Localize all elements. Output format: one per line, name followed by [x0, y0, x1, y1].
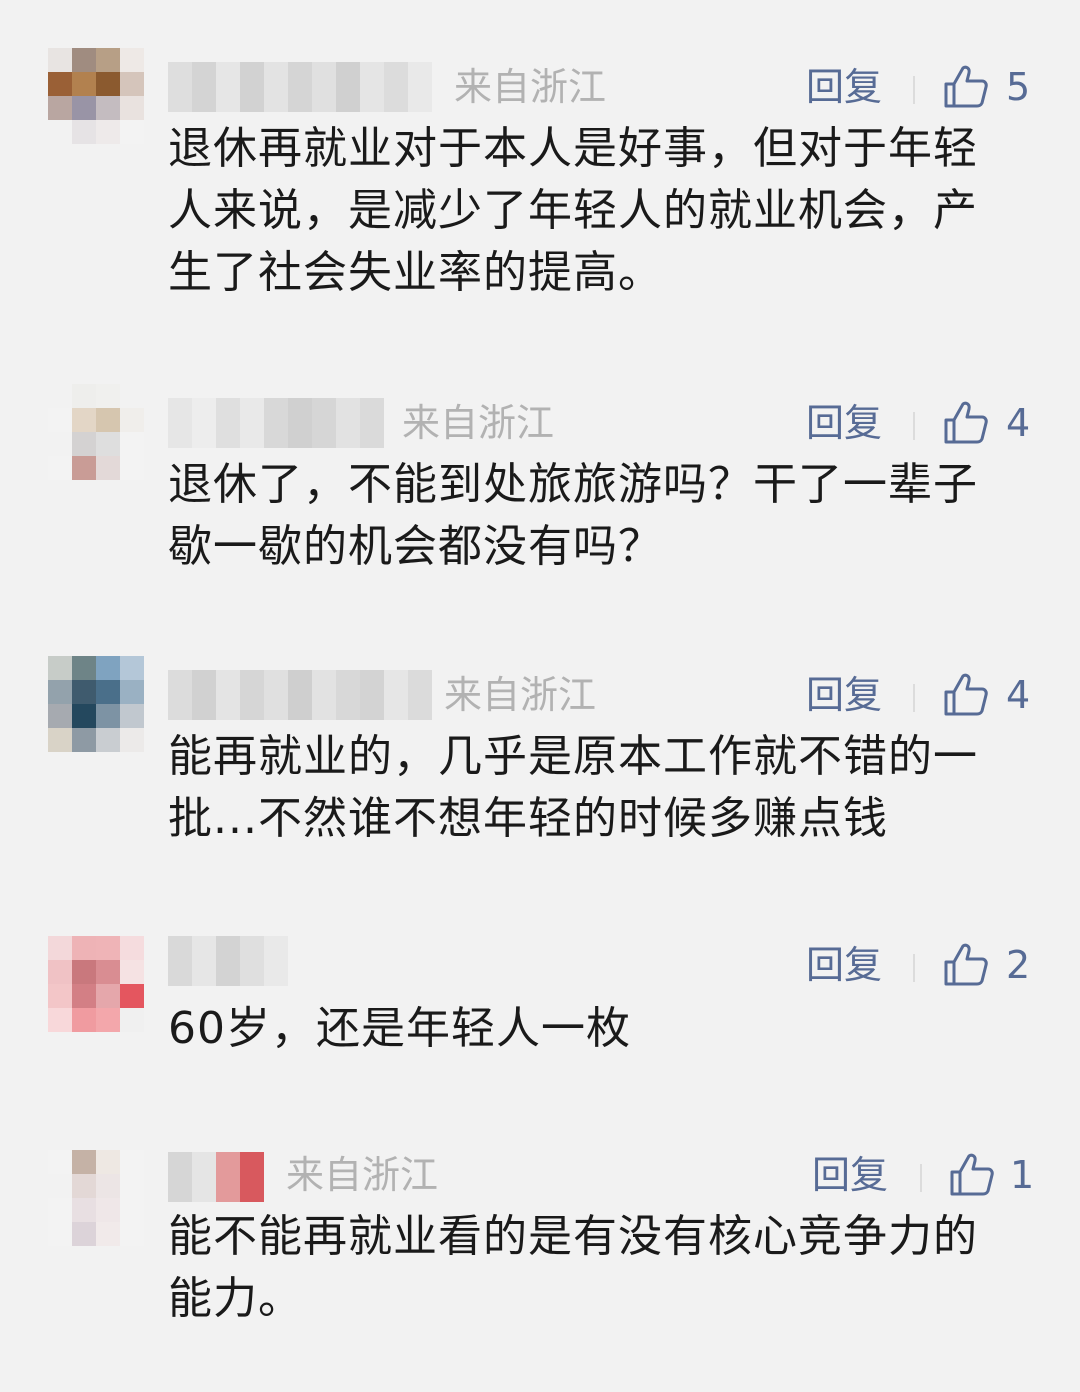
- reply-button[interactable]: 回复: [806, 670, 882, 720]
- comment-location: 来自浙江: [286, 1153, 439, 1197]
- thumbs-up-icon[interactable]: [948, 1150, 996, 1200]
- reply-button[interactable]: 回复: [806, 62, 882, 112]
- reply-button[interactable]: 回复: [806, 398, 882, 448]
- reply-button[interactable]: 回复: [806, 940, 882, 990]
- divider: [913, 954, 915, 982]
- comment-location: 来自浙江: [444, 673, 597, 717]
- like-count: 4: [1006, 673, 1031, 717]
- comment-item: 回复 2 60岁，还是年轻人一枚: [0, 936, 1080, 1066]
- like-count: 2: [1006, 943, 1031, 987]
- divider: [920, 1164, 922, 1192]
- comment-item: 来自浙江 回复 4 退休了，不能到处旅旅游吗？干了一辈子歇一歇的机会都没有吗？: [0, 384, 1080, 584]
- username-blurred[interactable]: [168, 1152, 264, 1202]
- comment-location: 来自浙江: [454, 65, 607, 109]
- comment-text: 退休再就业对于本人是好事，但对于年轻人来说，是减少了年轻人的就业机会，产生了社会…: [168, 123, 978, 298]
- comment-item: 来自浙江 回复 5 退休再就业对于本人是好事，但对于年轻人来说，是减少了年轻人的…: [0, 48, 1080, 318]
- username-blurred[interactable]: [168, 398, 384, 448]
- comment-text: 60岁，还是年轻人一枚: [168, 1003, 631, 1054]
- divider: [913, 684, 915, 712]
- like-count: 1: [1010, 1153, 1035, 1197]
- avatar[interactable]: [48, 1150, 144, 1246]
- avatar[interactable]: [48, 936, 144, 1032]
- username-blurred[interactable]: [168, 670, 432, 720]
- username-blurred[interactable]: [168, 936, 288, 986]
- comment-item: 来自浙江 回复 1 能不能再就业看的是有没有核心竞争力的能力。: [0, 1150, 1080, 1350]
- avatar[interactable]: [48, 48, 144, 144]
- username-blurred[interactable]: [168, 62, 434, 112]
- thumbs-up-icon[interactable]: [942, 670, 990, 720]
- divider: [913, 76, 915, 104]
- like-count: 5: [1006, 65, 1031, 109]
- avatar[interactable]: [48, 656, 144, 752]
- like-count: 4: [1006, 401, 1031, 445]
- divider: [913, 412, 915, 440]
- comment-text: 能不能再就业看的是有没有核心竞争力的能力。: [168, 1211, 978, 1324]
- comment-location: 来自浙江: [402, 401, 555, 445]
- comment-text: 能再就业的，几乎是原本工作就不错的一批...不然谁不想年轻的时候多赚点钱: [168, 731, 978, 844]
- reply-button[interactable]: 回复: [812, 1150, 888, 1200]
- thumbs-up-icon[interactable]: [942, 398, 990, 448]
- avatar[interactable]: [48, 384, 144, 480]
- thumbs-up-icon[interactable]: [942, 940, 990, 990]
- thumbs-up-icon[interactable]: [942, 62, 990, 112]
- comment-text: 退休了，不能到处旅旅游吗？干了一辈子歇一歇的机会都没有吗？: [168, 459, 978, 572]
- comment-item: 来自浙江 回复 4 能再就业的，几乎是原本工作就不错的一批...不然谁不想年轻的…: [0, 656, 1080, 856]
